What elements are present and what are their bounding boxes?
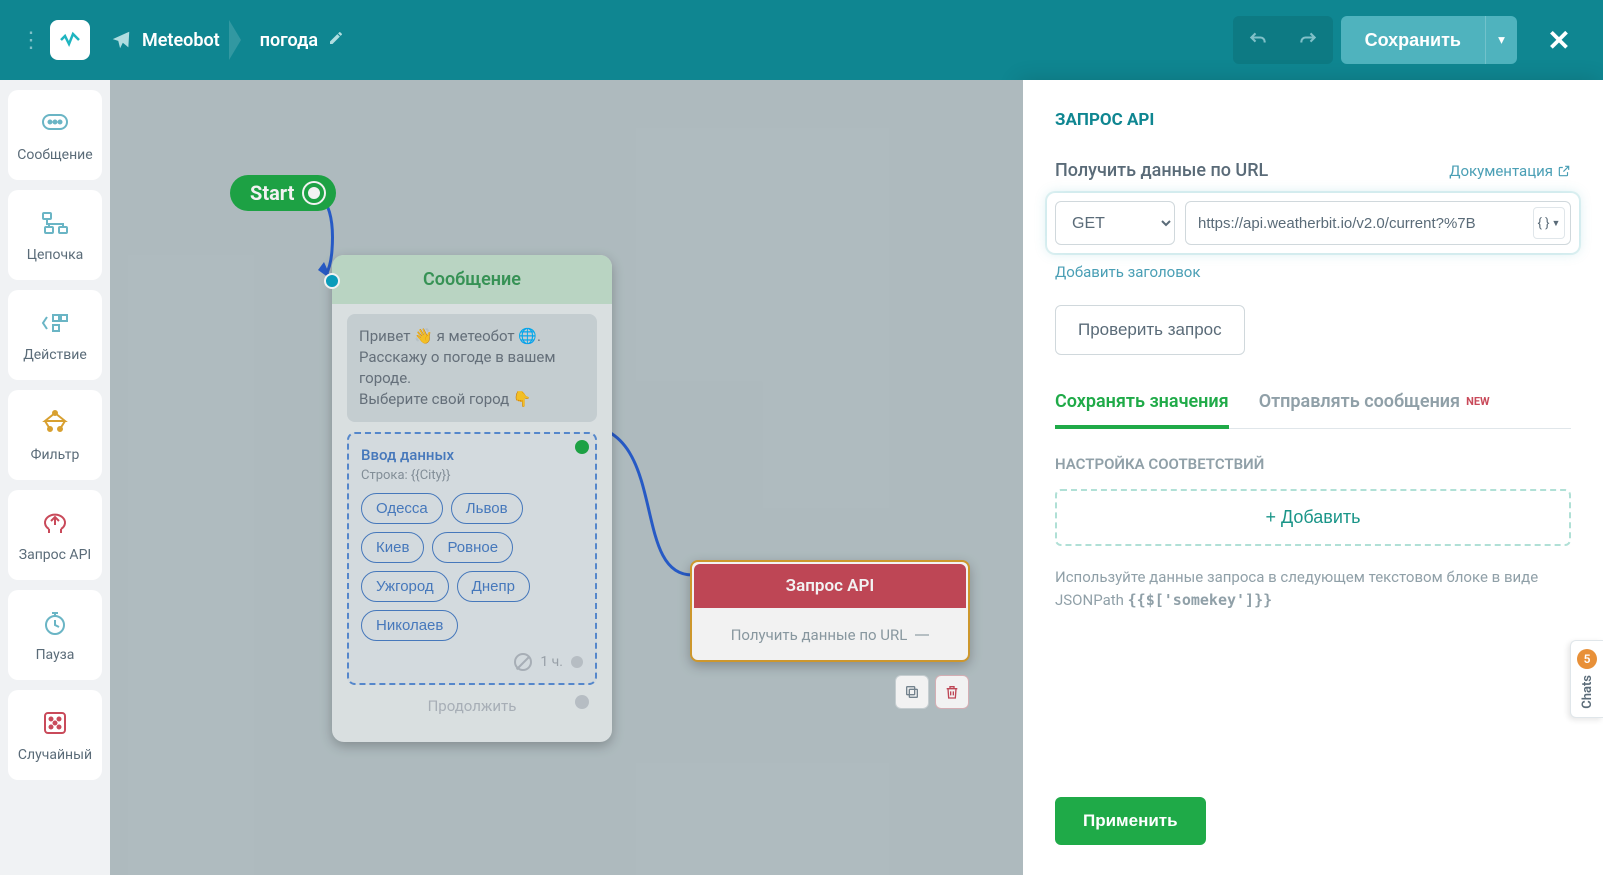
message-icon xyxy=(39,107,71,139)
save-dropdown-button[interactable]: ▾ xyxy=(1485,16,1517,64)
sidebar: Сообщение Цепочка Действие Фильтр Запрос… xyxy=(0,80,110,875)
message-node-title: Сообщение xyxy=(332,255,612,304)
chats-side-tab[interactable]: 5 Chats xyxy=(1570,640,1603,718)
timeout-disabled-icon xyxy=(514,653,532,671)
delete-button[interactable] xyxy=(935,675,969,709)
panel-title: ЗАПРОС API xyxy=(1055,110,1571,130)
timeout-port[interactable] xyxy=(571,656,583,668)
url-label: Получить данные по URL xyxy=(1055,160,1268,181)
action-icon xyxy=(39,307,71,339)
chain-icon xyxy=(39,207,71,239)
save-button-group: Сохранить ▾ xyxy=(1341,16,1517,64)
city-chip[interactable]: Николаев xyxy=(361,610,458,641)
sidebar-item-label: Фильтр xyxy=(31,447,80,463)
tab-send-messages[interactable]: Отправлять сообщения NEW xyxy=(1259,391,1490,428)
sidebar-item-pause[interactable]: Пауза xyxy=(8,590,102,680)
api-icon xyxy=(39,507,71,539)
sidebar-item-filter[interactable]: Фильтр xyxy=(8,390,102,480)
dash-icon xyxy=(915,634,929,636)
pause-icon xyxy=(39,607,71,639)
input-section-title: Ввод данных xyxy=(361,446,583,464)
add-header-link[interactable]: Добавить заголовок xyxy=(1055,263,1571,281)
mapping-hint: Используйте данные запроса в следующем т… xyxy=(1055,566,1571,611)
city-chip[interactable]: Ровное xyxy=(432,532,513,563)
breadcrumb-bot[interactable]: Meteobot xyxy=(110,29,220,51)
add-mapping-button[interactable]: + Добавить xyxy=(1055,489,1571,546)
sidebar-item-chain[interactable]: Цепочка xyxy=(8,190,102,280)
sidebar-item-random[interactable]: Случайный xyxy=(8,690,102,780)
hint-code: {{$['somekey']}} xyxy=(1128,591,1273,609)
insert-variable-button[interactable]: { }▼ xyxy=(1533,207,1565,239)
start-output-port[interactable] xyxy=(304,183,324,203)
new-badge: NEW xyxy=(1466,395,1490,408)
save-button[interactable]: Сохранить xyxy=(1341,16,1485,64)
sidebar-item-label: Действие xyxy=(23,347,87,363)
sidebar-item-label: Случайный xyxy=(18,747,92,763)
app-logo[interactable] xyxy=(50,20,90,60)
http-method-select[interactable]: GET xyxy=(1055,201,1175,245)
drag-handle-icon[interactable]: ⋮ xyxy=(20,28,42,53)
city-chip[interactable]: Днепр xyxy=(457,571,530,602)
header: ⋮ Meteobot погода Сохранить ▾ xyxy=(0,0,1603,80)
message-greeting-text: Привет 👋 я метеобот 🌐. Расскажу о погоде… xyxy=(347,314,597,422)
edit-icon[interactable] xyxy=(328,30,344,50)
city-chip[interactable]: Киев xyxy=(361,532,424,563)
api-node-title: Запрос API xyxy=(694,564,966,608)
chats-label: Chats xyxy=(1580,675,1595,709)
message-section-port[interactable] xyxy=(575,440,589,454)
start-label: Start xyxy=(250,181,294,205)
filter-icon xyxy=(39,407,71,439)
city-chip[interactable]: Одесса xyxy=(361,493,443,524)
apply-button[interactable]: Применить xyxy=(1055,797,1206,845)
chats-count-badge: 5 xyxy=(1577,649,1597,669)
sidebar-item-label: Цепочка xyxy=(27,247,84,263)
start-node[interactable]: Start xyxy=(230,175,336,211)
url-input[interactable] xyxy=(1185,201,1571,245)
api-node-body: Получить данные по URL xyxy=(731,626,908,644)
continue-row[interactable]: Продолжить xyxy=(347,685,597,727)
test-request-button[interactable]: Проверить запрос xyxy=(1055,305,1245,355)
documentation-link[interactable]: Документация xyxy=(1449,162,1571,180)
sidebar-item-label: Запрос API xyxy=(19,547,91,563)
timeout-value: 1 ч. xyxy=(540,654,563,670)
continue-label: Продолжить xyxy=(428,697,517,715)
telegram-icon xyxy=(110,29,132,51)
api-request-node[interactable]: Запрос API Получить данные по URL xyxy=(690,560,970,662)
flow-name[interactable]: погода xyxy=(260,30,318,51)
mapping-section-title: НАСТРОЙКА СООТВЕТСТВИЙ xyxy=(1055,455,1571,473)
city-chip[interactable]: Ужгород xyxy=(361,571,449,602)
canvas[interactable]: Start Сообщение Привет 👋 я метеобот 🌐. Р… xyxy=(110,80,1023,875)
redo-button[interactable] xyxy=(1283,16,1333,64)
sidebar-item-label: Пауза xyxy=(36,647,75,663)
sidebar-item-label: Сообщение xyxy=(17,147,92,163)
close-button[interactable]: ✕ xyxy=(1535,16,1583,64)
sidebar-item-message[interactable]: Сообщение xyxy=(8,90,102,180)
dice-icon xyxy=(39,707,71,739)
message-node[interactable]: Сообщение Привет 👋 я метеобот 🌐. Расскаж… xyxy=(332,255,612,742)
undo-redo-group xyxy=(1233,16,1333,64)
external-link-icon xyxy=(1557,164,1571,178)
duplicate-button[interactable] xyxy=(895,675,929,709)
message-input-port[interactable] xyxy=(324,273,340,289)
bot-name: Meteobot xyxy=(142,30,220,51)
input-section-sub: Строка: {{City}} xyxy=(361,468,583,483)
sidebar-item-action[interactable]: Действие xyxy=(8,290,102,380)
continue-port[interactable] xyxy=(575,695,589,709)
properties-panel: ЗАПРОС API Получить данные по URL Докуме… xyxy=(1023,80,1603,875)
tab-save-values[interactable]: Сохранять значения xyxy=(1055,391,1229,428)
tab-label: Сохранять значения xyxy=(1055,391,1229,412)
node-toolbar xyxy=(895,675,969,709)
tab-label: Отправлять сообщения xyxy=(1259,391,1460,412)
doc-link-text: Документация xyxy=(1449,162,1553,180)
undo-button[interactable] xyxy=(1233,16,1283,64)
message-input-section[interactable]: Ввод данных Строка: {{City}} Одесса Львов… xyxy=(347,432,597,685)
city-chip[interactable]: Львов xyxy=(451,493,523,524)
breadcrumb-separator xyxy=(220,20,250,60)
sidebar-item-api-request[interactable]: Запрос API xyxy=(8,490,102,580)
